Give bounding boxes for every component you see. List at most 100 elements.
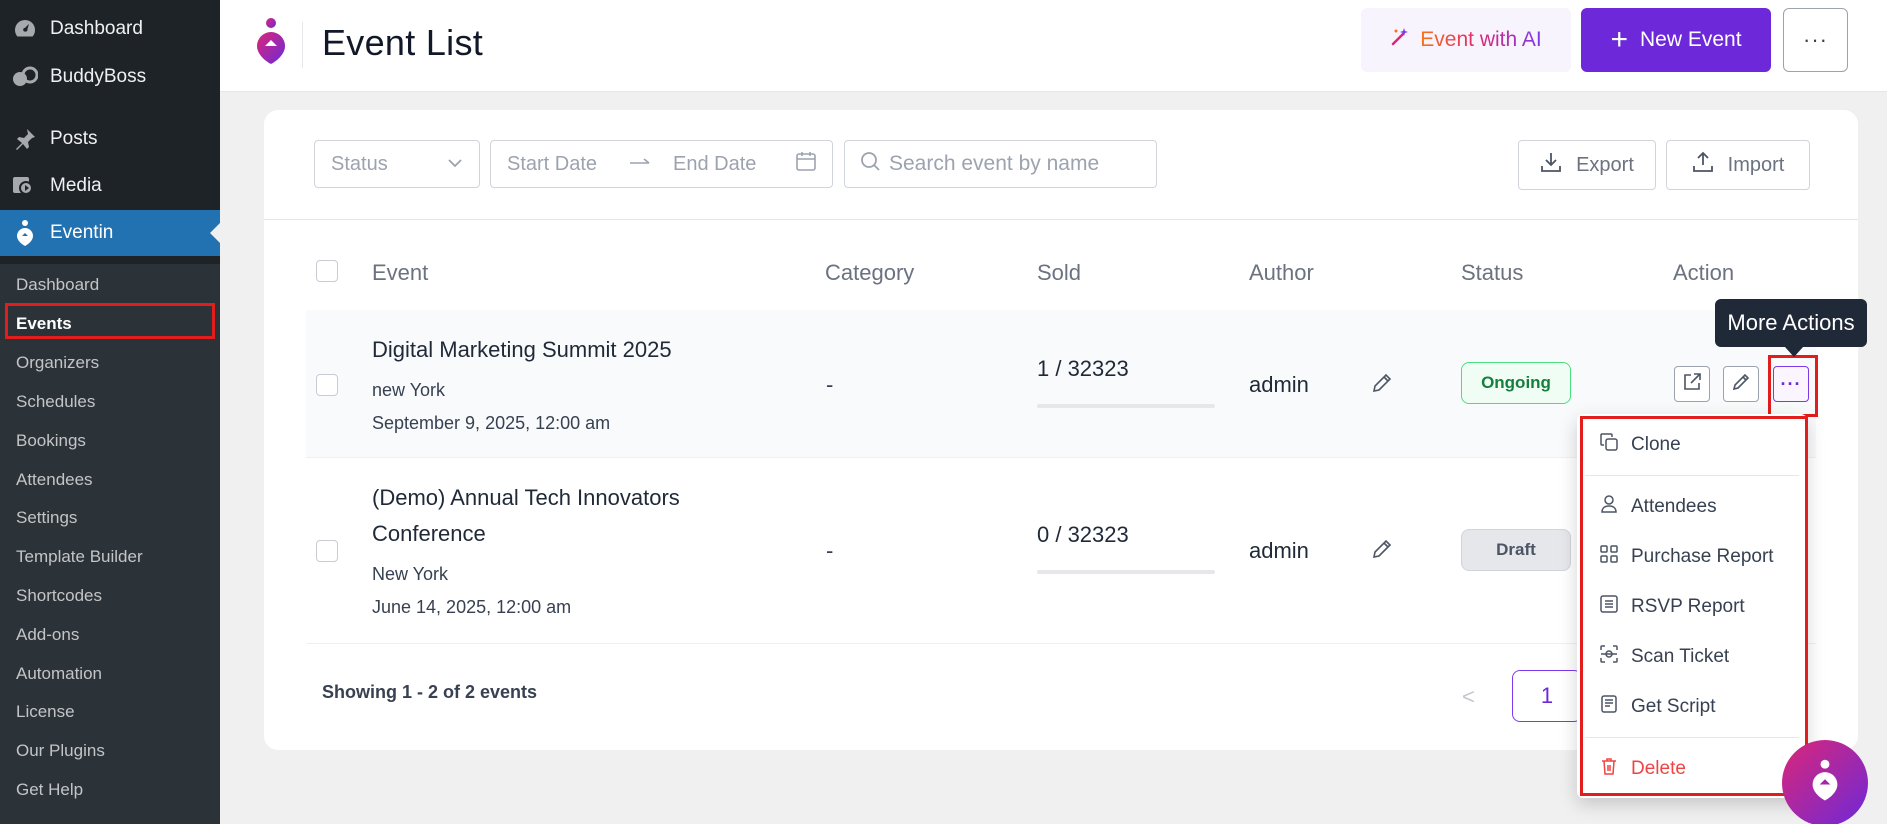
page-title: Event List bbox=[322, 22, 484, 63]
select-all-checkbox[interactable] bbox=[316, 260, 338, 282]
event-with-ai-label: Event with AI bbox=[1420, 28, 1542, 51]
more-actions-button[interactable]: ··· bbox=[1773, 366, 1809, 402]
script-icon bbox=[1599, 694, 1619, 720]
end-date-input[interactable]: End Date bbox=[673, 153, 795, 176]
menu-divider bbox=[1585, 475, 1799, 476]
event-title-link[interactable]: Digital Marketing Summit 2025 bbox=[372, 332, 732, 368]
eventin-logo-icon bbox=[1806, 758, 1844, 809]
menu-item-clone[interactable]: Clone bbox=[1599, 425, 1799, 465]
event-category: - bbox=[826, 372, 834, 397]
media-icon bbox=[12, 173, 38, 199]
sidebar-item-label: BuddyBoss bbox=[50, 66, 147, 87]
submenu-item-automation[interactable]: Automation bbox=[16, 657, 212, 691]
status-filter-select[interactable]: Status bbox=[314, 140, 480, 188]
submenu-item-template-builder[interactable]: Template Builder bbox=[16, 540, 212, 574]
import-button[interactable]: Import bbox=[1666, 140, 1810, 190]
submenu-item-schedules[interactable]: Schedules bbox=[16, 385, 212, 419]
edit-pencil-icon bbox=[1731, 372, 1751, 397]
edit-author-pencil-icon[interactable] bbox=[1371, 538, 1393, 560]
export-label: Export bbox=[1576, 153, 1634, 176]
submenu-item-settings[interactable]: Settings bbox=[16, 501, 212, 535]
calendar-icon bbox=[795, 150, 817, 178]
column-header-author[interactable]: Author bbox=[1249, 260, 1314, 286]
chevron-down-icon bbox=[445, 153, 465, 179]
submenu-item-add-ons[interactable]: Add-ons bbox=[16, 618, 212, 652]
menu-item-label: Purchase Report bbox=[1631, 546, 1774, 567]
previous-page-button[interactable]: < bbox=[1462, 684, 1475, 710]
list-icon bbox=[1599, 594, 1619, 620]
column-header-category[interactable]: Category bbox=[825, 260, 914, 286]
menu-item-label: RSVP Report bbox=[1631, 596, 1745, 617]
column-header-status[interactable]: Status bbox=[1461, 260, 1523, 286]
date-range-picker[interactable]: Start Date End Date bbox=[490, 140, 833, 188]
row-checkbox[interactable] bbox=[316, 540, 338, 562]
event-author: admin bbox=[1249, 538, 1309, 563]
submenu-item-shortcodes[interactable]: Shortcodes bbox=[16, 579, 212, 613]
submenu-item-dashboard[interactable]: Dashboard bbox=[16, 268, 212, 302]
sold-count: 0 / 32323 bbox=[1037, 522, 1129, 547]
plus-icon: + bbox=[1610, 23, 1628, 56]
export-button[interactable]: Export bbox=[1518, 140, 1656, 190]
submenu-item-license[interactable]: License bbox=[16, 695, 212, 729]
column-header-event[interactable]: Event bbox=[372, 260, 428, 286]
more-actions-menu: Clone Attendees Purchase Report RSVP Rep… bbox=[1577, 414, 1807, 798]
menu-item-scan-ticket[interactable]: Scan Ticket bbox=[1599, 637, 1799, 677]
menu-item-attendees[interactable]: Attendees bbox=[1599, 487, 1799, 527]
status-filter-placeholder: Status bbox=[331, 152, 388, 175]
menu-item-label: Delete bbox=[1631, 758, 1686, 779]
clone-icon bbox=[1599, 432, 1619, 458]
sidebar-item-dashboard[interactable]: Dashboard bbox=[0, 6, 220, 52]
menu-item-label: Clone bbox=[1631, 434, 1681, 455]
page-header: Event List Event with AI + New Event ··· bbox=[220, 0, 1887, 92]
submenu-item-organizers[interactable]: Organizers bbox=[16, 346, 212, 380]
menu-divider bbox=[1585, 737, 1799, 738]
view-event-button[interactable] bbox=[1674, 366, 1710, 402]
submenu-item-get-help[interactable]: Get Help bbox=[16, 773, 212, 807]
eventin-launcher-button[interactable] bbox=[1782, 740, 1868, 824]
divider bbox=[264, 219, 1858, 220]
menu-item-rsvp-report[interactable]: RSVP Report bbox=[1599, 587, 1799, 627]
sidebar-item-eventin[interactable]: Eventin bbox=[0, 210, 220, 256]
arrow-right-icon bbox=[629, 153, 669, 176]
status-badge: Ongoing bbox=[1461, 362, 1571, 404]
event-date: June 14, 2025, 12:00 am bbox=[372, 597, 572, 617]
submenu-item-events[interactable]: Events bbox=[16, 307, 212, 341]
search-event-input[interactable]: Search event by name bbox=[844, 140, 1157, 188]
title-separator bbox=[302, 22, 303, 68]
event-with-ai-button[interactable]: Event with AI bbox=[1361, 8, 1571, 72]
sold-progress-bar bbox=[1037, 404, 1215, 408]
edit-author-pencil-icon[interactable] bbox=[1371, 372, 1393, 394]
sidebar-item-buddyboss[interactable]: BuddyBoss bbox=[0, 54, 220, 100]
column-header-sold[interactable]: Sold bbox=[1037, 260, 1081, 286]
header-more-button[interactable]: ··· bbox=[1783, 8, 1848, 72]
sparkle-icon bbox=[1390, 27, 1410, 53]
menu-item-get-script[interactable]: Get Script bbox=[1599, 687, 1799, 727]
submenu-item-bookings[interactable]: Bookings bbox=[16, 424, 212, 458]
eventin-submenu: Dashboard Events Organizers Schedules Bo… bbox=[0, 264, 220, 824]
submenu-item-attendees[interactable]: Attendees bbox=[16, 463, 212, 497]
submenu-item-our-plugins[interactable]: Our Plugins bbox=[16, 734, 212, 768]
new-event-label: New Event bbox=[1639, 28, 1742, 51]
menu-item-label: Attendees bbox=[1631, 496, 1717, 517]
start-date-input[interactable]: Start Date bbox=[507, 153, 625, 176]
menu-item-label: Get Script bbox=[1631, 696, 1716, 717]
buddyboss-icon bbox=[12, 64, 38, 90]
menu-item-label: Scan Ticket bbox=[1631, 646, 1730, 667]
sidebar-item-media[interactable]: Media bbox=[0, 163, 220, 209]
event-title-link[interactable]: (Demo) Annual Tech Innovators Conference bbox=[372, 480, 732, 552]
new-event-button[interactable]: + New Event bbox=[1581, 8, 1771, 72]
sidebar-item-posts[interactable]: Posts bbox=[0, 116, 220, 162]
event-category: - bbox=[826, 538, 834, 563]
column-header-action: Action bbox=[1673, 260, 1735, 285]
event-date: September 9, 2025, 12:00 am bbox=[372, 413, 611, 433]
user-icon bbox=[1599, 494, 1619, 520]
menu-item-purchase-report[interactable]: Purchase Report bbox=[1599, 537, 1799, 577]
search-icon bbox=[859, 150, 881, 178]
upload-icon bbox=[1692, 151, 1714, 179]
menu-item-delete[interactable]: Delete bbox=[1599, 749, 1799, 789]
sidebar-item-label: Media bbox=[50, 175, 102, 196]
page-1-button[interactable]: 1 bbox=[1512, 670, 1582, 722]
edit-event-button[interactable] bbox=[1723, 366, 1759, 402]
scan-icon bbox=[1599, 644, 1619, 670]
row-checkbox[interactable] bbox=[316, 374, 338, 396]
